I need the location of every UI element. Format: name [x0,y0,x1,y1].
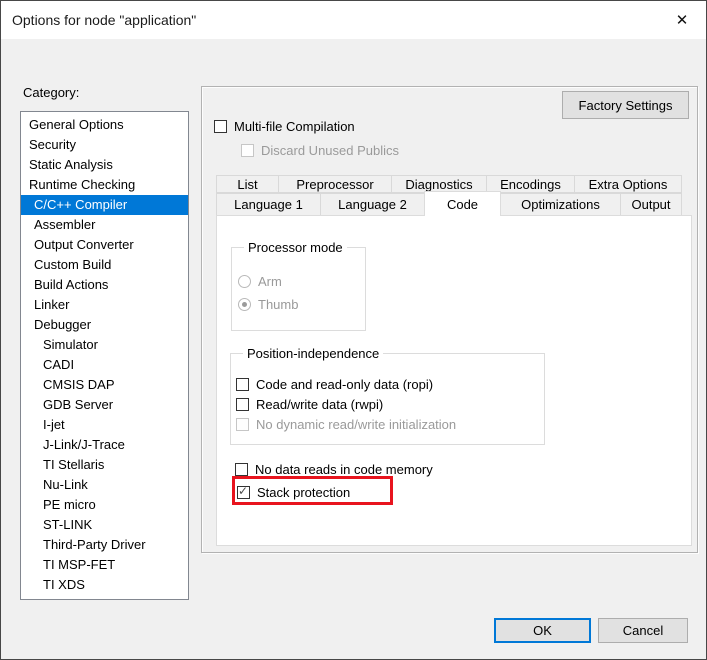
category-item-c-c-compiler[interactable]: C/C++ Compiler [21,195,188,215]
ropi-checkbox[interactable]: ✓ Code and read-only data (ropi) [236,376,433,392]
thumb-radio-label: Thumb [258,297,298,312]
rwpi-checkbox[interactable]: ✓ Read/write data (rwpi) [236,396,383,412]
checkbox-icon[interactable]: ✓ [235,463,248,476]
category-item-third-party-driver[interactable]: Third-Party Driver [21,535,188,555]
category-item-ti-xds[interactable]: TI XDS [21,575,188,595]
checkbox-icon[interactable]: ✓ [236,398,249,411]
tab-row-2: Language 1Language 2CodeOptimizationsOut… [216,193,682,216]
processor-mode-group: Processor mode Arm Thumb [231,247,366,331]
processor-mode-title: Processor mode [244,240,347,255]
dialog-title: Options for node "application" [12,1,196,39]
category-item-cadi[interactable]: CADI [21,355,188,375]
category-item-custom-build[interactable]: Custom Build [21,255,188,275]
tab-language-2[interactable]: Language 2 [320,193,425,216]
tab-extra-options[interactable]: Extra Options [574,175,682,193]
tab-language-1[interactable]: Language 1 [216,193,321,216]
discard-unused-publics-label: Discard Unused Publics [261,143,399,158]
position-independence-group: Position-independence ✓ Code and read-on… [230,353,545,445]
category-item-static-analysis[interactable]: Static Analysis [21,155,188,175]
category-item-linker[interactable]: Linker [21,295,188,315]
category-item-ti-stellaris[interactable]: TI Stellaris [21,455,188,475]
close-icon[interactable]: ✕ [667,8,697,32]
category-item-ti-msp-fet[interactable]: TI MSP-FET [21,555,188,575]
arm-radio: Arm [238,273,282,289]
options-dialog: Options for node "application" ✕ Categor… [0,0,707,660]
no-data-reads-checkbox[interactable]: ✓ No data reads in code memory [235,461,433,477]
multi-file-compilation-label: Multi-file Compilation [234,119,355,134]
stack-protection-checkbox[interactable]: ✓ Stack protection [237,484,350,500]
checkbox-icon[interactable]: ✓ [236,378,249,391]
code-tab-page: Processor mode Arm Thumb Position-indepe… [216,215,692,546]
radio-icon [238,298,251,311]
category-listbox[interactable]: General OptionsSecurityStatic AnalysisRu… [20,111,189,600]
checkbox-icon: ✓ [241,144,254,157]
arm-radio-label: Arm [258,274,282,289]
tab-preprocessor[interactable]: Preprocessor [278,175,392,193]
tab-code[interactable]: Code [424,191,501,216]
radio-icon [238,275,251,288]
factory-settings-button[interactable]: Factory Settings [562,91,689,119]
titlebar: Options for node "application" ✕ [1,1,706,39]
no-dynamic-rw-init-label: No dynamic read/write initialization [256,417,456,432]
category-item-simulator[interactable]: Simulator [21,335,188,355]
category-item-debugger[interactable]: Debugger [21,315,188,335]
category-item-cmsis-dap[interactable]: CMSIS DAP [21,375,188,395]
category-item-output-converter[interactable]: Output Converter [21,235,188,255]
category-item-gdb-server[interactable]: GDB Server [21,395,188,415]
tab-output[interactable]: Output [620,193,682,216]
category-item-st-link[interactable]: ST-LINK [21,515,188,535]
discard-unused-publics-checkbox: ✓ Discard Unused Publics [241,142,399,158]
thumb-radio: Thumb [238,296,298,312]
no-data-reads-label: No data reads in code memory [255,462,433,477]
ok-button[interactable]: OK [494,618,591,643]
tab-list[interactable]: List [216,175,279,193]
category-item-i-jet[interactable]: I-jet [21,415,188,435]
position-independence-title: Position-independence [243,346,383,361]
category-item-runtime-checking[interactable]: Runtime Checking [21,175,188,195]
stack-protection-label: Stack protection [257,485,350,500]
checkbox-icon: ✓ [236,418,249,431]
multi-file-compilation-checkbox[interactable]: ✓ Multi-file Compilation [214,118,355,134]
checkbox-checked-icon[interactable]: ✓ [237,486,250,499]
category-item-j-link-j-trace[interactable]: J-Link/J-Trace [21,435,188,455]
no-dynamic-rw-init-checkbox: ✓ No dynamic read/write initialization [236,416,456,432]
category-item-security[interactable]: Security [21,135,188,155]
category-item-build-actions[interactable]: Build Actions [21,275,188,295]
category-item-pe-micro[interactable]: PE micro [21,495,188,515]
checkbox-icon[interactable]: ✓ [214,120,227,133]
tab-optimizations[interactable]: Optimizations [500,193,621,216]
category-item-assembler[interactable]: Assembler [21,215,188,235]
category-item-nu-link[interactable]: Nu-Link [21,475,188,495]
cancel-button[interactable]: Cancel [598,618,688,643]
rwpi-label: Read/write data (rwpi) [256,397,383,412]
category-item-general-options[interactable]: General Options [21,115,188,135]
ropi-label: Code and read-only data (ropi) [256,377,433,392]
category-label: Category: [23,85,79,100]
